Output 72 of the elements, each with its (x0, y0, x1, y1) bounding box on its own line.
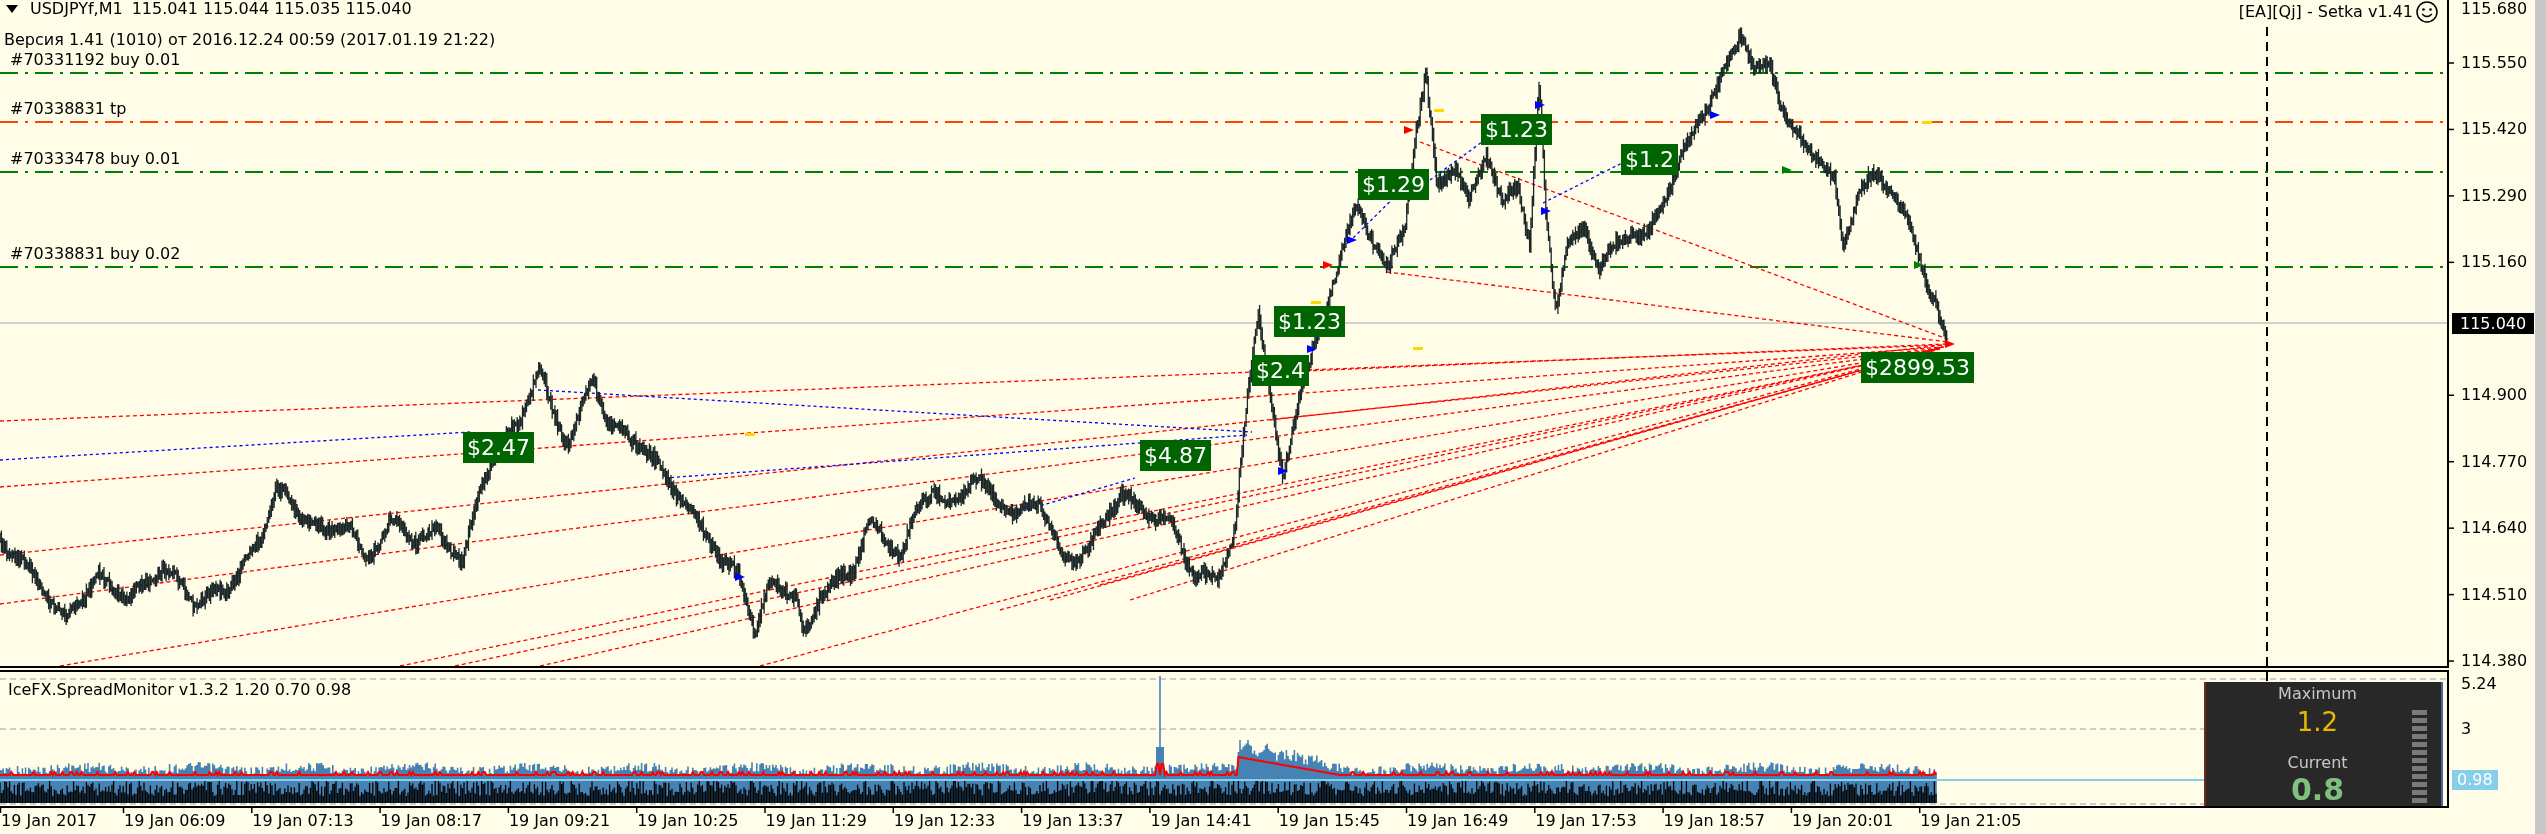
dash-marker-icon (1311, 301, 1321, 304)
current-value: 0.8 (2290, 774, 2345, 806)
time-label: 19 Jan 08:17 (380, 812, 482, 830)
time-label: 19 Jan 2017 (1, 812, 97, 830)
profit-label: $2899.53 (1861, 352, 1974, 383)
trade-arrow-icon (1307, 345, 1317, 353)
caret-icon[interactable] (6, 5, 18, 13)
time-label: 19 Jan 10:25 (637, 812, 739, 830)
time-label: 19 Jan 18:57 (1663, 812, 1765, 830)
spread-axis-label: 5.24 (2461, 675, 2497, 693)
time-label: 19 Jan 16:49 (1407, 812, 1509, 830)
trade-arrow-icon (1278, 467, 1288, 475)
maximum-value: 1.2 (2296, 707, 2339, 737)
trade-arrow-icon (1535, 101, 1545, 109)
order-label: #70338831 buy 0.02 (10, 245, 181, 263)
version-text: Версия 1.41 (1010) от 2016.12.24 00:59 (2017.01.19 21:22) (4, 31, 496, 49)
time-label: 19 Jan 21:05 (1920, 812, 2022, 830)
trade-arrow-icon (1914, 261, 1924, 269)
indicator-title: IceFX.SpreadMonitor v1.3.2 1.20 0.70 0.98 (8, 681, 352, 699)
time-label: 19 Jan 09:21 (508, 812, 611, 830)
dotted-trade-line (1429, 141, 1483, 181)
time-label: 19 Jan 07:13 (252, 812, 354, 830)
quote-values: 115.041 115.044 115.035 115.040 (131, 0, 412, 18)
symbol-label: USDJPYf,M1 (30, 0, 123, 18)
time-label: 19 Jan 13:37 (1022, 812, 1124, 830)
trade-arrow-icon (1404, 126, 1414, 134)
price-label: 115.290 (2461, 186, 2528, 205)
order-label: #70338831 tp (10, 100, 127, 118)
dash-marker-icon (1434, 109, 1444, 112)
spread-axis-label: 3 (2461, 720, 2472, 738)
profit-label: $2.4 (1252, 355, 1309, 386)
time-label: 19 Jan 14:41 (1150, 812, 1252, 830)
price-label: 114.380 (2461, 652, 2528, 671)
expert-name: [EA][Qj] - Setka v1.41 (2238, 3, 2413, 21)
trade-arrow-icon (1945, 340, 1955, 348)
profit-label: $2.47 (463, 432, 534, 463)
dash-marker-icon (1413, 347, 1423, 350)
profit-label: $1.2 (1621, 144, 1678, 175)
time-label: 19 Jan 15:45 (1278, 812, 1380, 830)
price-label: 115.160 (2461, 253, 2528, 272)
trade-arrow-icon (1710, 111, 1720, 119)
current-spread-tag: 0.98 (2452, 770, 2498, 790)
trade-arrow-icon (1782, 166, 1792, 174)
profit-label: $4.87 (1140, 440, 1211, 471)
price-label: 114.770 (2461, 452, 2528, 471)
trade-arrow-icon (1347, 236, 1357, 244)
time-label: 19 Jan 17:53 (1535, 812, 1637, 830)
price-label: 114.640 (2461, 519, 2528, 538)
order-label: #70333478 buy 0.01 (10, 150, 181, 168)
current-label: Current (2287, 754, 2348, 772)
maximum-label: Maximum (2278, 685, 2357, 703)
time-label: 19 Jan 20:01 (1791, 812, 1894, 830)
dash-marker-icon (1922, 121, 1932, 124)
price-label: 115.550 (2461, 54, 2528, 72)
price-label: 115.420 (2461, 120, 2528, 139)
price-label: 114.510 (2461, 585, 2528, 604)
trade-arrow-icon (735, 573, 745, 581)
trade-arrow-icon (1541, 207, 1551, 215)
time-label: 19 Jan 11:29 (765, 812, 867, 830)
dash-marker-icon (745, 433, 755, 436)
price-label: 115.680 (2461, 0, 2528, 18)
profit-label: $1.23 (1274, 306, 1345, 337)
profit-label: $1.23 (1481, 114, 1552, 145)
meter-icon (2412, 710, 2427, 803)
time-label: 19 Jan 06:09 (124, 812, 226, 830)
time-label: 19 Jan 12:33 (893, 812, 996, 830)
price-label: 114.900 (2461, 386, 2528, 405)
profit-label: $1.29 (1358, 169, 1429, 200)
order-label: #70331192 buy 0.01 (10, 51, 181, 69)
current-price-tag: 115.040 (2452, 313, 2534, 334)
smiley-icon[interactable] (2416, 1, 2438, 23)
trade-arrow-icon (1323, 261, 1333, 269)
